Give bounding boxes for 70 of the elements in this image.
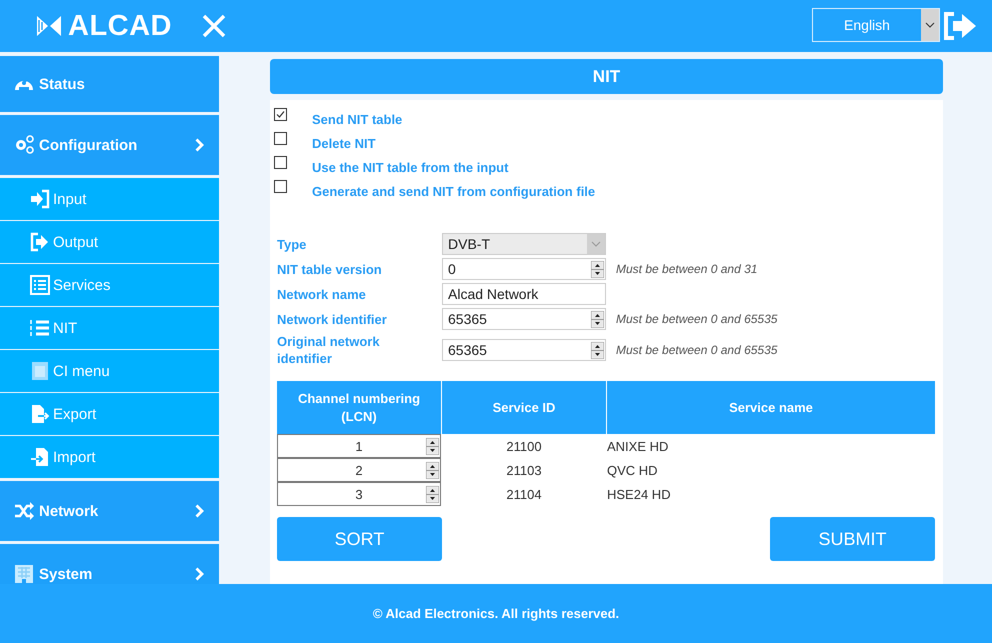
number-field[interactable]: 1 [277, 434, 441, 458]
submit-button[interactable]: SUBMIT [770, 517, 935, 561]
gears-icon [14, 135, 34, 155]
number-field[interactable]: 0 [442, 258, 606, 280]
hint-text: Must be between 0 and 65535 [615, 312, 778, 326]
sign-in-icon [30, 189, 50, 209]
language-select[interactable]: English [812, 8, 940, 42]
logo-icon [36, 15, 62, 37]
checkbox-label: Delete NIT [312, 136, 376, 151]
spinner-icon [591, 260, 604, 278]
number-field[interactable]: 2 [277, 458, 441, 482]
field-label: Network name [277, 286, 367, 302]
logout-icon [942, 11, 978, 41]
column-header: Channel numbering (LCN) [277, 381, 441, 434]
checkbox[interactable] [274, 180, 287, 193]
field-label: Network identifier [277, 310, 388, 328]
spinner-icon [426, 462, 439, 478]
table-cell: 21103 [506, 462, 542, 478]
field-label: NIT table version [277, 260, 383, 278]
square-icon [30, 361, 50, 381]
sidebar-item[interactable]: NIT [0, 307, 219, 349]
table-cell: HSE24 HD [607, 486, 671, 502]
spinner-icon [426, 438, 439, 454]
sign-out-icon [30, 232, 50, 252]
field-label: Original network identifier [277, 333, 381, 367]
table-cell: QVC HD [607, 462, 658, 478]
table-cell: ANIXE HD [607, 438, 668, 454]
file-export-icon [30, 404, 50, 424]
number-field[interactable]: 3 [277, 482, 441, 506]
sidebar-item[interactable]: Network [0, 481, 219, 541]
field-label: Type [277, 236, 308, 252]
spinner-icon [591, 342, 604, 358]
sidebar-item[interactable]: Status [0, 56, 219, 112]
close-icon [202, 14, 226, 38]
checkbox-label: Generate and send NIT from configuration file [312, 184, 596, 199]
file-import-icon [30, 447, 50, 467]
checkbox-label: Use the NIT table from the input [312, 160, 508, 175]
table-cell: 21100 [506, 438, 542, 454]
shuffle-icon [14, 501, 34, 521]
spinner-icon [591, 310, 604, 328]
number-field[interactable]: 65365 [442, 339, 606, 361]
page-title: NIT [270, 59, 943, 94]
sort-button[interactable]: SORT [277, 517, 442, 561]
input-field[interactable]: Alcad Network [442, 283, 606, 305]
checkbox[interactable] [274, 156, 287, 169]
sidebar-item[interactable]: Input [0, 178, 219, 220]
logo-text: ALCAD [68, 10, 172, 42]
spinner-icon [426, 486, 439, 502]
column-header: Service name [606, 381, 935, 434]
hint-text: Must be between 0 and 31 [615, 262, 758, 276]
numbered-list-icon [30, 318, 50, 338]
copyright-text: © Alcad Electronics. All rights reserved. [372, 606, 620, 621]
caret-icon [921, 9, 939, 41]
checkbox[interactable] [274, 132, 287, 145]
number-field[interactable]: 65365 [442, 308, 606, 330]
sidebar-item[interactable]: Output [0, 221, 219, 263]
checkbox-label: Send NIT table [312, 112, 402, 127]
hint-text: Must be between 0 and 65535 [615, 343, 778, 357]
sidebar-item[interactable]: Configuration [0, 115, 219, 175]
sidebar-item[interactable]: CI menu [0, 350, 219, 392]
list-icon [30, 275, 50, 295]
table-cell: 21104 [506, 486, 542, 502]
checkbox[interactable] [274, 108, 287, 121]
sidebar-item[interactable]: Import [0, 436, 219, 478]
column-header: Service ID [441, 381, 606, 434]
sidebar-item[interactable]: Services [0, 264, 219, 306]
sidebar-item[interactable]: System [0, 544, 219, 584]
sidebar-item[interactable]: Export [0, 393, 219, 435]
type-select: DVB-T [442, 233, 606, 255]
caret-icon [587, 234, 605, 254]
